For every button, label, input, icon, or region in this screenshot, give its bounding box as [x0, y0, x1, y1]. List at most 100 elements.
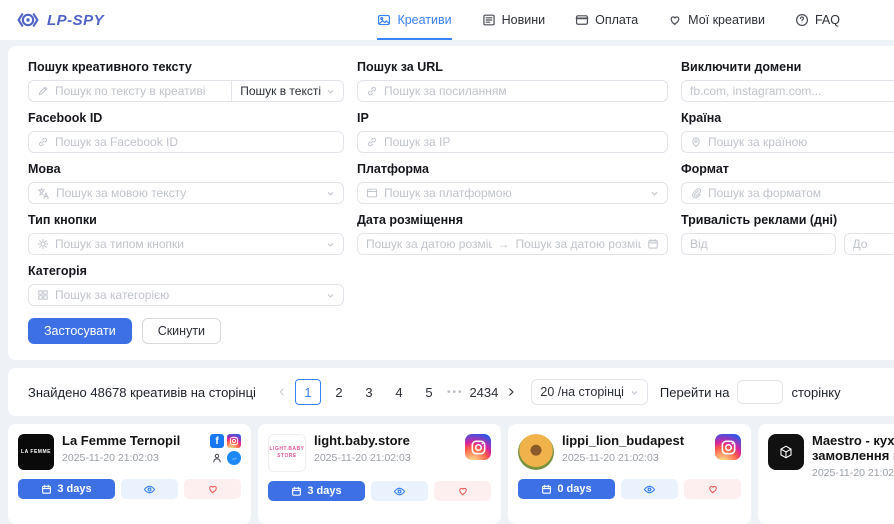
creative-title[interactable]: lippi_lion_budapest: [562, 434, 707, 449]
calendar-white-icon: [291, 486, 302, 497]
placeholder-text: Пошук за типом кнопки: [55, 237, 184, 251]
creative-card: lippi_lion_budapest2025-11-20 21:02:030 …: [508, 424, 751, 524]
page-button-3[interactable]: 3: [357, 380, 381, 404]
days-badge-button[interactable]: 3 days: [268, 481, 365, 501]
avatar: LA FEMME: [18, 434, 54, 470]
favorite-button[interactable]: [434, 481, 491, 501]
filter-url-input[interactable]: Пошук за посиланням: [357, 80, 668, 102]
placeholder-text: Пошук за Facebook ID: [55, 135, 178, 149]
filters-panel: Пошук креативного текстуПошук по тексту …: [8, 46, 894, 360]
avatar: [518, 434, 554, 470]
favorite-button[interactable]: [684, 479, 741, 499]
filter-exclude-domains-input[interactable]: fb.com, instagram.com...: [681, 80, 894, 102]
nav-tab-my-creatives[interactable]: Мої креативи: [668, 0, 765, 40]
calendar-white-icon: [41, 484, 52, 495]
filter-field-ip: IP Пошук за IP: [357, 111, 668, 153]
pages-ellipsis[interactable]: •••: [447, 387, 464, 398]
goto-page-input[interactable]: [737, 380, 783, 404]
filter-platform-input[interactable]: Пошук за платформою: [357, 182, 668, 204]
question-icon: [795, 13, 809, 27]
filter-label: Facebook ID: [28, 111, 344, 125]
placeholder-text: Пошук за IP: [384, 135, 450, 149]
card-icon: [575, 13, 589, 27]
apply-button[interactable]: Застосувати: [28, 318, 132, 344]
nav-tab-news[interactable]: Новини: [482, 0, 546, 40]
placeholder-text: Пошук по тексту в креативі: [55, 84, 205, 98]
filter-label: Країна: [681, 111, 894, 125]
filter-label: Мова: [28, 162, 344, 176]
facebook-icon: f: [210, 434, 224, 448]
placeholder-text: Пошук за мовою тексту: [56, 186, 186, 200]
view-button[interactable]: [371, 481, 428, 501]
cube-icon: [778, 444, 794, 460]
view-button[interactable]: [121, 479, 178, 499]
next-page-button[interactable]: [501, 380, 521, 404]
days-badge-button[interactable]: 0 days: [518, 479, 615, 499]
placeholder-text: Від: [690, 237, 708, 251]
creative-title[interactable]: Maestro - кухні, меблі на замовлення в У…: [812, 434, 894, 464]
nav-tab-label: Мої креативи: [688, 13, 765, 27]
creative-title[interactable]: light.baby.store: [314, 434, 457, 449]
filter-button-type-input[interactable]: Пошук за типом кнопки: [28, 233, 344, 255]
instagram-icon: [227, 434, 241, 448]
page-size-value: 20 /на сторінці: [540, 385, 624, 399]
filter-creative-text-input[interactable]: Пошук по тексту в креативі Пошук в тексті: [28, 80, 344, 102]
instagram-icon: [715, 434, 741, 460]
filter-facebook-id-input[interactable]: Пошук за Facebook ID: [28, 131, 344, 153]
filter-field-placement-date: Дата розміщення Пошук за датою розміщення…: [357, 213, 668, 255]
days-label: 3 days: [57, 483, 91, 495]
days-label: 0 days: [557, 483, 591, 495]
filter-field-button-type: Тип кнопкиПошук за типом кнопки: [28, 213, 344, 255]
filter-duration-to-input[interactable]: До: [844, 233, 894, 255]
filter-field-duration: Тривалість реклами (дні)ВідДо: [681, 213, 894, 255]
pencil-icon: [37, 85, 49, 97]
favorite-button[interactable]: [184, 479, 241, 499]
page-button-last[interactable]: 2434: [469, 380, 498, 404]
creative-date: 2025-11-20 21:02:03: [62, 452, 202, 464]
placeholder-text: Пошук за посиланням: [384, 84, 507, 98]
pin-icon: [690, 136, 702, 148]
news-icon: [482, 13, 496, 27]
social-icons: [715, 434, 741, 460]
grid-icon: [37, 289, 49, 301]
filter-creative-text-text-input[interactable]: Пошук по тексту в креативі: [29, 84, 225, 98]
creative-date: 2025-11-20 21:02:03: [812, 467, 894, 479]
filter-format-input[interactable]: Пошук за форматом: [681, 182, 894, 204]
page-button-1[interactable]: 1: [295, 379, 321, 405]
nav-tab-creatives[interactable]: Креативи: [377, 0, 451, 40]
filter-placement-date-input[interactable]: Пошук за датою розміщення→Пошук за датою…: [357, 233, 668, 255]
filter-label: Дата розміщення: [357, 213, 668, 227]
gear-icon: [37, 238, 49, 250]
nav-tab-faq[interactable]: FAQ: [795, 0, 840, 40]
page-size-select[interactable]: 20 /на сторінці: [531, 379, 648, 405]
filter-country-input[interactable]: Пошук за країною: [681, 131, 894, 153]
platform-icon: [366, 187, 378, 199]
days-badge-button[interactable]: 3 days: [18, 479, 115, 499]
creative-title[interactable]: La Femme Ternopil: [62, 434, 202, 449]
filter-language-input[interactable]: Пошук за мовою тексту: [28, 182, 344, 204]
page-button-2[interactable]: 2: [327, 380, 351, 404]
view-button[interactable]: [621, 479, 678, 499]
filter-creative-text-mode-select[interactable]: Пошук в тексті: [231, 81, 343, 101]
placeholder-text: Пошук за форматом: [708, 186, 821, 200]
nav-tab-payment[interactable]: Оплата: [575, 0, 638, 40]
pagination-bar: Знайдено 48678 креативів на сторінці 123…: [8, 368, 894, 416]
brand[interactable]: LP-SPY: [16, 8, 104, 32]
results-summary: Знайдено 48678 креативів на сторінці: [28, 385, 256, 400]
avatar-text: LIGHT.BABY STORE: [269, 446, 305, 460]
placeholder-text: Пошук за категорією: [55, 288, 169, 302]
filter-category-input[interactable]: Пошук за категорією: [28, 284, 344, 306]
avatar-text: LA FEMME: [21, 449, 51, 456]
filter-label: IP: [357, 111, 668, 125]
creative-card: LIGHT.BABY STORElight.baby.store2025-11-…: [258, 424, 501, 524]
page-button-4[interactable]: 4: [387, 380, 411, 404]
image-icon: [377, 13, 391, 27]
filter-duration-from-input[interactable]: Від: [681, 233, 836, 255]
arrow-right-icon: →: [498, 237, 510, 251]
prev-page-button[interactable]: [272, 380, 292, 404]
reset-button[interactable]: Скинути: [142, 318, 221, 344]
filter-ip-input[interactable]: Пошук за IP: [357, 131, 668, 153]
days-label: 3 days: [307, 485, 341, 497]
page-button-5[interactable]: 5: [417, 380, 441, 404]
calendar-white-icon: [541, 484, 552, 495]
